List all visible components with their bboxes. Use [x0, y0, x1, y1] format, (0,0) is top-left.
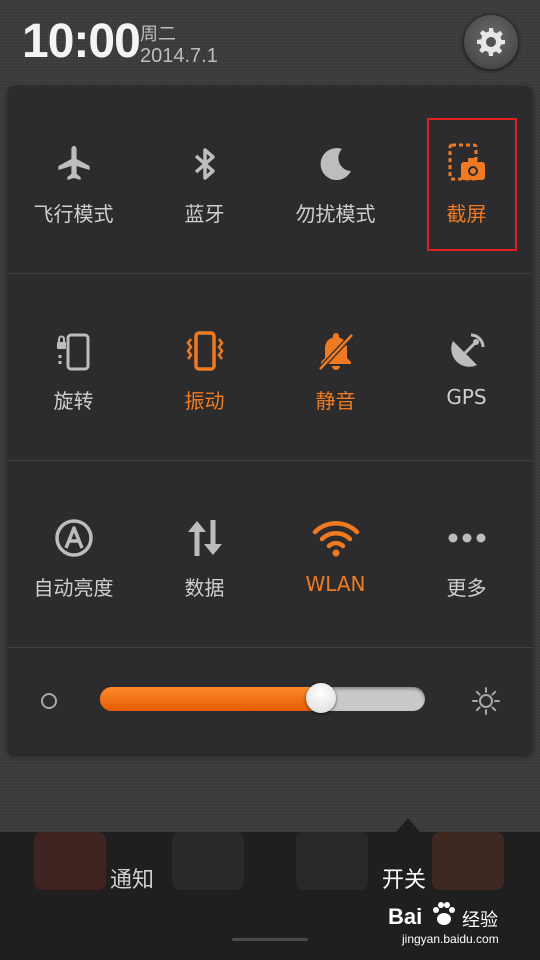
- toggle-vibrate[interactable]: 振动: [139, 273, 270, 460]
- tab-pointer: [396, 818, 420, 832]
- highlight-box: [427, 118, 517, 251]
- toggle-label: 飞行模式: [33, 202, 114, 226]
- toggle-label: 旋转: [53, 389, 94, 413]
- brightness-high-icon: [472, 687, 500, 715]
- divider: [8, 647, 532, 648]
- tab-toggles[interactable]: 开关: [382, 862, 426, 894]
- quick-settings-panel: 飞行模式 蓝牙 勿扰模式 截屏 旋转 振动 静音 GPS 自动亮度 数据 WLA…: [8, 86, 532, 754]
- toggle-row: 自动亮度 数据 WLAN 更多: [8, 460, 532, 647]
- gear-icon: [477, 28, 505, 56]
- clock: 10:00: [22, 15, 141, 68]
- tab-notifications[interactable]: 通知: [110, 862, 154, 894]
- gps-icon: [450, 333, 484, 367]
- toggle-airplane[interactable]: 飞行模式: [8, 86, 139, 273]
- toggle-label: 静音: [315, 389, 356, 413]
- more-icon: [448, 533, 485, 543]
- toggle-do-not-disturb[interactable]: 勿扰模式: [270, 86, 401, 273]
- baidu-watermark: Bai 经验 jingyan.baidu.com: [388, 894, 528, 954]
- toggle-label: 数据: [184, 576, 225, 600]
- toggle-label: WLAN: [305, 572, 366, 596]
- mute-icon: [317, 333, 354, 371]
- auto-brightness-icon: [54, 519, 93, 557]
- status-header: 10:00 周二 2014.7.1: [0, 0, 540, 86]
- rotation-lock-icon: [56, 333, 89, 371]
- date: 2014.7.1: [140, 45, 218, 67]
- drag-handle[interactable]: [232, 938, 308, 941]
- brightness-low-icon: [41, 693, 57, 709]
- toggle-row: 旋转 振动 静音 GPS: [8, 273, 532, 460]
- toggle-wlan[interactable]: WLAN: [270, 460, 401, 647]
- toggle-label: 更多: [446, 576, 487, 600]
- toggle-label: GPS: [446, 385, 487, 409]
- bluetooth-icon: [194, 148, 215, 180]
- toggle-gps[interactable]: GPS: [401, 273, 532, 460]
- brightness-slider[interactable]: [100, 683, 425, 713]
- watermark-brand2: 经验: [462, 910, 498, 930]
- toggle-label: 蓝牙: [184, 202, 225, 226]
- toggle-bluetooth[interactable]: 蓝牙: [139, 86, 270, 273]
- wifi-icon: [312, 521, 359, 557]
- brightness-control: [8, 649, 532, 754]
- toggle-label: 振动: [184, 389, 225, 413]
- watermark-url: jingyan.baidu.com: [402, 932, 499, 946]
- bottom-area: 通知 开关 Bai 经验 jingyan.baidu.com: [0, 818, 540, 960]
- settings-button[interactable]: [463, 14, 519, 70]
- data-sync-icon: [187, 520, 222, 556]
- paw-icon: [433, 902, 455, 925]
- brightness-thumb[interactable]: [306, 683, 336, 713]
- watermark-brand: Bai: [388, 904, 423, 929]
- toggle-label: 勿扰模式: [295, 202, 376, 226]
- toggle-data[interactable]: 数据: [139, 460, 270, 647]
- toggle-rotation[interactable]: 旋转: [8, 273, 139, 460]
- vibrate-icon: [185, 331, 224, 371]
- toggle-auto-brightness[interactable]: 自动亮度: [8, 460, 139, 647]
- airplane-icon: [57, 146, 90, 180]
- toggle-row: 飞行模式 蓝牙 勿扰模式 截屏: [8, 86, 532, 273]
- moon-icon: [320, 148, 351, 181]
- brightness-fill: [100, 687, 321, 711]
- toggle-mute[interactable]: 静音: [270, 273, 401, 460]
- weekday: 周二: [140, 24, 176, 45]
- toggle-label: 自动亮度: [33, 576, 114, 600]
- toggle-more[interactable]: 更多: [401, 460, 532, 647]
